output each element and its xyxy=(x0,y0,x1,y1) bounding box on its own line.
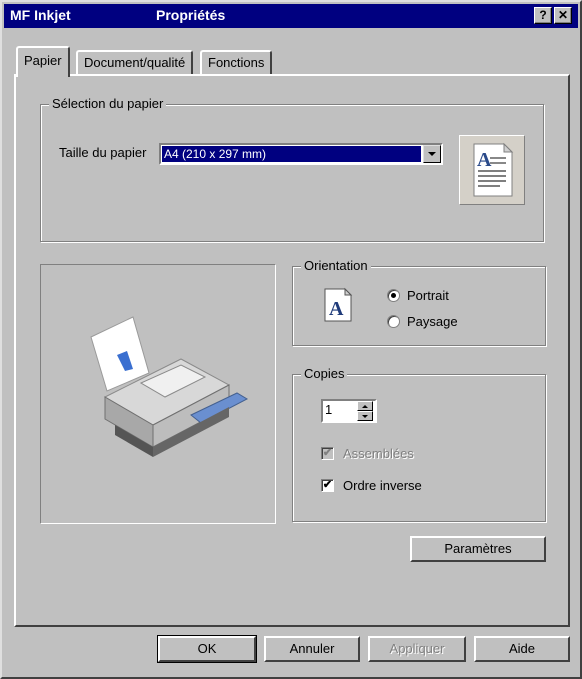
copies-count[interactable]: 1 xyxy=(325,402,332,417)
paper-selection-group: Sélection du papier Taille du papier A4 … xyxy=(40,96,544,242)
reverse-order-label[interactable]: Ordre inverse xyxy=(343,478,422,493)
tab-papier[interactable]: Papier xyxy=(16,46,70,77)
printer-icon xyxy=(90,316,249,457)
tab-document-qualite[interactable]: Document/qualité xyxy=(76,50,194,74)
orientation-icon-letter: A xyxy=(329,298,344,320)
tab-fonctions[interactable]: Fonctions xyxy=(200,50,273,74)
title-bar[interactable]: MF Inkjet Propriétés ? ✕ xyxy=(4,4,578,28)
help-title-button[interactable]: ? xyxy=(534,7,552,24)
printer-preview-area xyxy=(40,264,276,524)
copies-group: Copies 1 ✔ Assemblées ✔ Ordre inverse xyxy=(292,366,546,522)
ok-button[interactable]: OK xyxy=(157,635,257,663)
paysage-label[interactable]: Paysage xyxy=(407,314,458,329)
properties-dialog: MF Inkjet Propriétés ? ✕ Papier Document… xyxy=(0,0,582,679)
chevron-down-icon[interactable] xyxy=(423,145,441,163)
collate-label: Assemblées xyxy=(343,446,414,461)
help-button[interactable]: Aide xyxy=(474,636,570,662)
title-app-name: MF Inkjet xyxy=(10,7,71,23)
paper-size-value: A4 (210 x 297 mm) xyxy=(162,146,421,162)
paysage-radio[interactable] xyxy=(387,315,400,328)
orientation-group: Orientation A Portrait Paysage xyxy=(292,258,546,346)
copies-label: Copies xyxy=(301,366,348,382)
spin-down-icon[interactable] xyxy=(357,411,373,421)
svg-text:A: A xyxy=(477,149,492,171)
paper-size-label: Taille du papier xyxy=(59,145,147,160)
tab-panel-papier: Sélection du papier Taille du papier A4 … xyxy=(14,74,570,627)
paper-selection-label: Sélection du papier xyxy=(49,96,167,112)
title-text: Propriétés xyxy=(156,7,226,23)
orientation-label: Orientation xyxy=(301,258,371,274)
document-icon: A xyxy=(459,135,525,205)
cancel-button[interactable]: Annuler xyxy=(264,636,360,662)
reverse-order-checkbox[interactable]: ✔ xyxy=(321,479,334,492)
apply-button[interactable]: Appliquer xyxy=(368,636,466,662)
close-title-button[interactable]: ✕ xyxy=(554,7,572,24)
parameters-button[interactable]: Paramètres xyxy=(410,536,546,562)
paper-size-dropdown[interactable]: A4 (210 x 297 mm) xyxy=(159,143,443,165)
portrait-orientation-icon: A xyxy=(323,287,353,326)
portrait-radio[interactable] xyxy=(387,289,400,302)
portrait-label[interactable]: Portrait xyxy=(407,288,449,303)
spin-up-icon[interactable] xyxy=(357,401,373,411)
collate-checkbox[interactable]: ✔ xyxy=(321,447,334,460)
copies-stepper[interactable]: 1 xyxy=(321,399,377,423)
